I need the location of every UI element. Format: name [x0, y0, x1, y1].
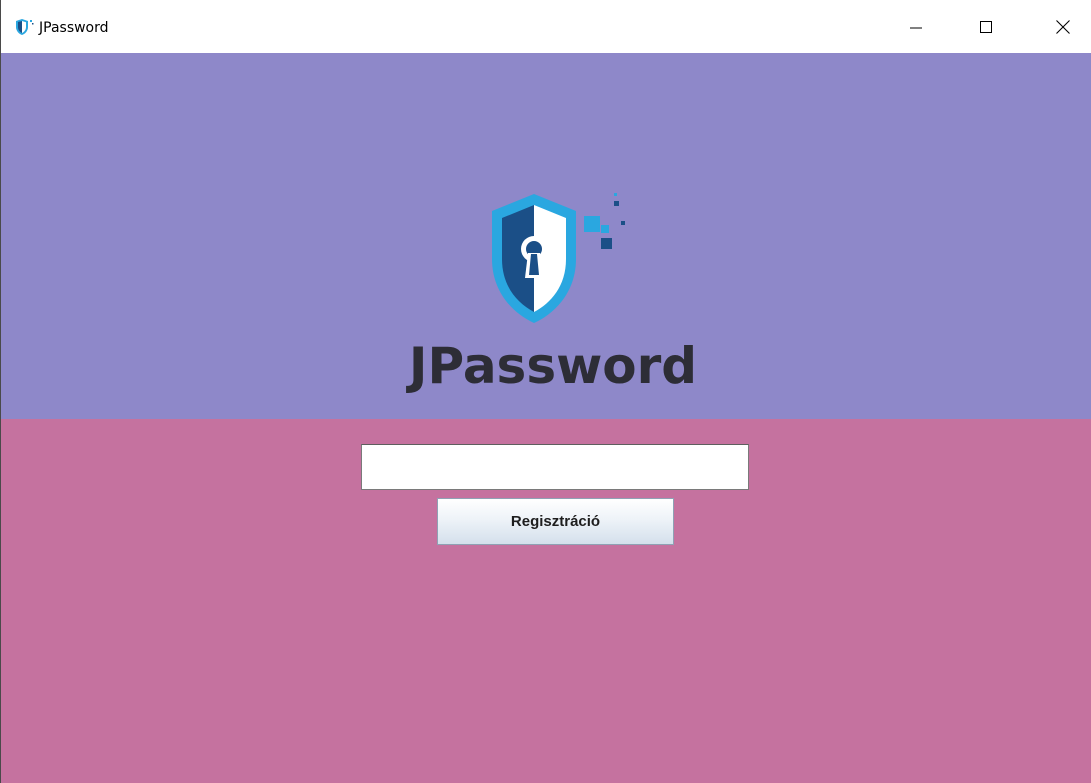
- close-icon: [1056, 19, 1070, 34]
- registration-panel: Regisztráció: [1, 419, 1091, 783]
- minimize-button[interactable]: [893, 0, 939, 53]
- app-window: JPassword JPassword Regisztráció: [0, 0, 1091, 783]
- logo-header: JPassword: [1, 53, 1091, 419]
- maximize-button[interactable]: [963, 0, 1009, 53]
- brand-title: JPassword: [408, 337, 698, 395]
- close-button[interactable]: [1040, 0, 1086, 53]
- window-title: JPassword: [39, 20, 109, 36]
- minimize-icon: [910, 27, 922, 28]
- shield-keyhole-icon: [492, 193, 625, 323]
- app-icon: [16, 19, 34, 35]
- maximize-icon: [980, 20, 992, 33]
- register-button[interactable]: Regisztráció: [437, 498, 674, 545]
- name-input[interactable]: [361, 444, 749, 490]
- title-bar[interactable]: JPassword: [1, 0, 1091, 53]
